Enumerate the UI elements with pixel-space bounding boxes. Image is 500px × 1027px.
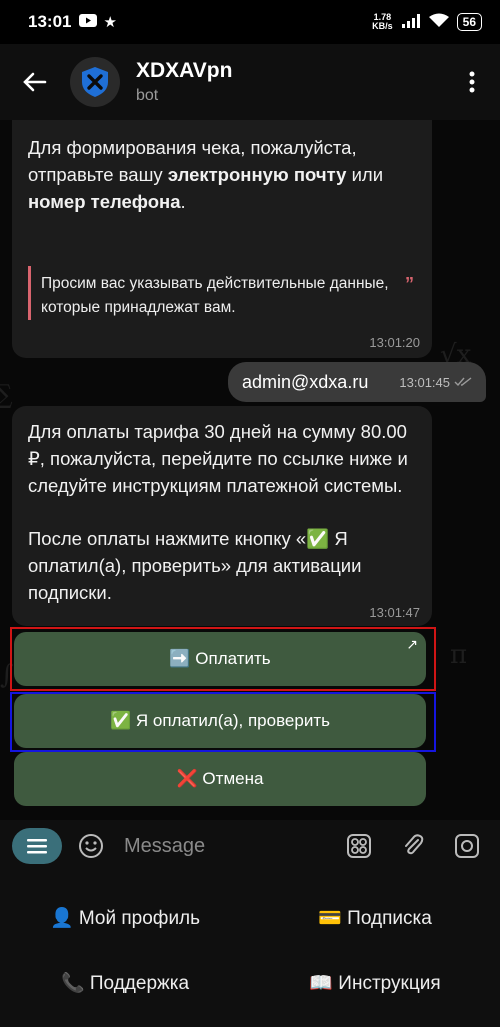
- status-time: 13:01: [28, 12, 72, 31]
- support-button[interactable]: 📞 Поддержка: [0, 951, 250, 1015]
- message-time: 13:01:45: [399, 374, 450, 390]
- chat-title-block[interactable]: XDXAVpn bot: [136, 59, 232, 105]
- emoji-icon: [79, 834, 103, 858]
- bot-keyboard-button[interactable]: [338, 833, 380, 859]
- bot-avatar[interactable]: [70, 57, 120, 107]
- back-button[interactable]: [0, 44, 70, 120]
- keyboard-grid-icon: [347, 834, 371, 858]
- wifi-icon: [428, 13, 449, 31]
- message-input[interactable]: Message: [124, 835, 205, 858]
- chat-subtitle: bot: [136, 87, 159, 104]
- bot-message-payment: Для оплаты тарифа 30 дней на сумму 80.00…: [12, 406, 432, 626]
- cancel-button[interactable]: ❌ Отмена: [14, 752, 426, 806]
- my-profile-button[interactable]: 👤 Мой профиль: [0, 886, 250, 950]
- payment-text: Для оплаты тарифа 30 дней на сумму 80.00…: [28, 421, 408, 496]
- more-options-button[interactable]: [444, 71, 500, 93]
- subscription-button[interactable]: 💳 Подписка: [250, 886, 500, 950]
- bot-menu-button[interactable]: [12, 828, 62, 864]
- double-check-icon: [454, 375, 472, 390]
- chat-name: XDXAVpn: [136, 59, 233, 82]
- battery-indicator: 56: [456, 13, 482, 31]
- user-message-email: admin@xdxa.ru 13:01:45: [228, 362, 486, 402]
- chat-header: XDXAVpn bot: [0, 44, 500, 120]
- kebab-menu-icon: [469, 71, 475, 93]
- back-arrow-icon: [23, 72, 47, 92]
- payment-text-2: После оплаты нажмите кнопку «✅ Я оплатил…: [28, 528, 362, 603]
- status-bar: 13:01 ★ 1.78 KB/s 56: [0, 0, 500, 44]
- highlight-outline-blue: [10, 692, 436, 752]
- background-doodle: ∑: [0, 380, 13, 410]
- camera-icon: [455, 834, 479, 858]
- camera-button[interactable]: [446, 833, 488, 859]
- shield-logo-icon: [82, 67, 108, 97]
- email-text: admin@xdxa.ru: [242, 371, 369, 392]
- instructions-button[interactable]: 📖 Инструкция: [250, 951, 500, 1015]
- signal-icon: [401, 13, 421, 31]
- hamburger-icon: [27, 839, 47, 854]
- youtube-icon: [79, 12, 98, 32]
- attach-button[interactable]: [392, 833, 434, 859]
- message-time: 13:01:47: [369, 605, 420, 620]
- reply-keyboard: 👤 Мой профиль 💳 Подписка 📞 Поддержка 📖 И…: [0, 872, 500, 1027]
- background-doodle: π: [450, 640, 468, 670]
- paperclip-icon: [405, 834, 424, 855]
- message-composer: Message: [0, 820, 500, 872]
- highlight-outline-red: [10, 627, 436, 691]
- message-time: 13:01:20: [369, 335, 420, 350]
- star-icon: ★: [103, 14, 117, 31]
- quote-block: Просим вас указывать действительные данн…: [28, 266, 420, 320]
- network-speed: 1.78 KB/s: [372, 12, 393, 31]
- quote-icon: ”: [405, 274, 414, 294]
- emoji-button[interactable]: [70, 833, 112, 859]
- bot-message-receipt: Для формирования чека, пожалуйста, отпра…: [12, 120, 432, 358]
